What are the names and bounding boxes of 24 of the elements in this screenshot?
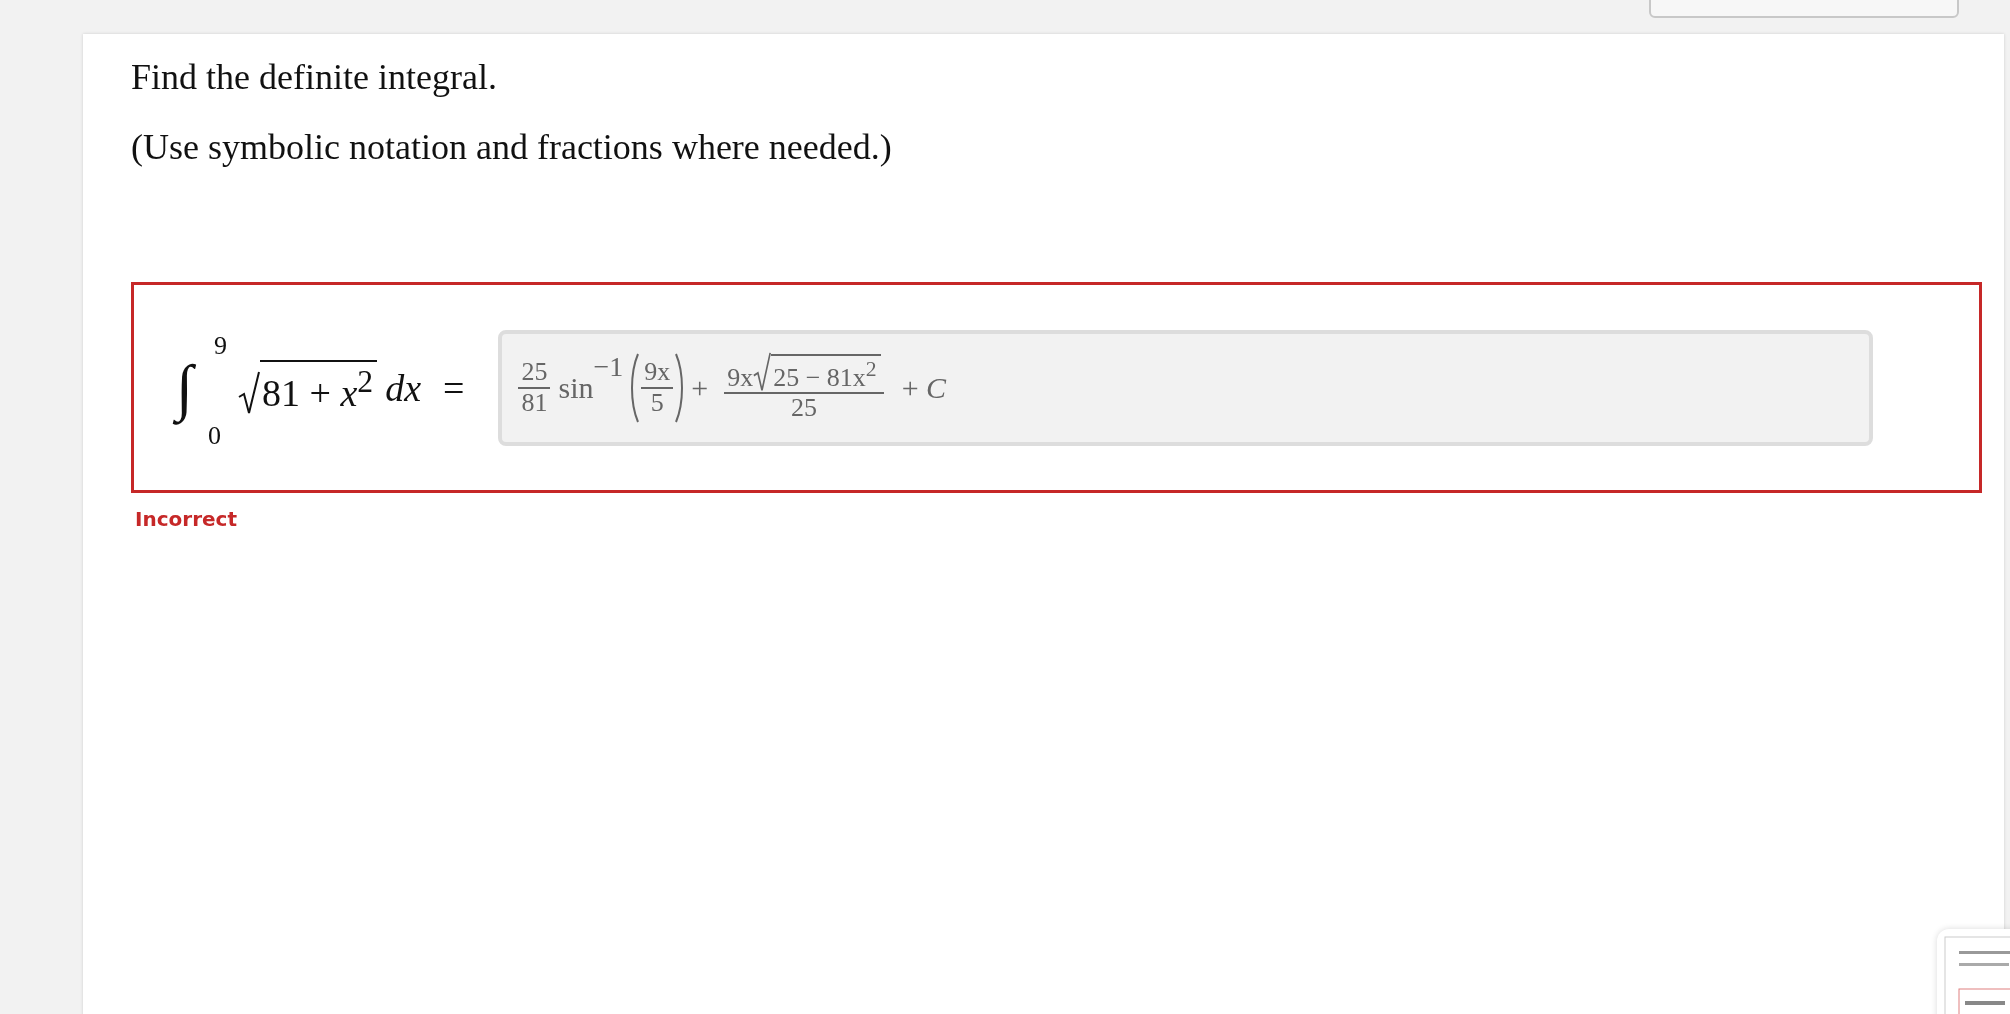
- denominator: 25: [790, 394, 817, 423]
- radical-icon: [753, 352, 772, 393]
- upper-limit: 9: [214, 330, 227, 361]
- plus-sign: +: [691, 370, 709, 405]
- denominator: 81: [521, 388, 548, 418]
- right-paren-icon: [675, 352, 684, 423]
- prompt-text: Find the definite integral.: [131, 56, 497, 98]
- function-name: sin: [558, 370, 594, 405]
- numerator: 25: [518, 357, 551, 389]
- prompt-text: (Use symbolic notation and fractions where needed.): [131, 126, 892, 168]
- equals-sign: =: [443, 365, 465, 410]
- numerator: 9x: [641, 357, 674, 389]
- denominator: 5: [650, 388, 664, 418]
- radicand: 81 + x$^{2}$: [260, 360, 378, 415]
- coefficient: 9x: [727, 363, 754, 393]
- lower-limit: 0: [208, 420, 221, 451]
- left-paren-icon: [631, 352, 640, 423]
- exponent: −1: [593, 350, 624, 383]
- radical-icon: [238, 370, 260, 415]
- constant-term: + C: [901, 370, 947, 405]
- integral-sign: ∫: [174, 341, 195, 434]
- feedback-text: Incorrect: [135, 507, 237, 531]
- radicand: 25 − 81x$^{2}$: [771, 353, 881, 393]
- differential: dx: [385, 365, 421, 410]
